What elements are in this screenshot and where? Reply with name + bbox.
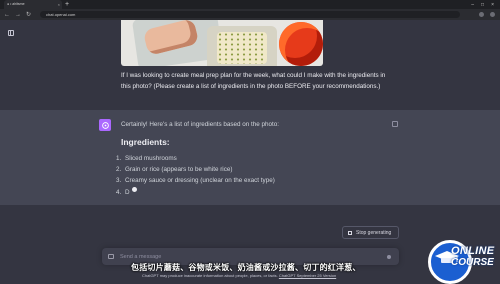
typing-cursor — [131, 186, 137, 192]
close-icon[interactable]: × — [58, 3, 60, 7]
send-icon[interactable] — [387, 254, 391, 259]
user-message: If I was looking to create meal prep pla… — [121, 72, 386, 91]
list-item: 1. Sliced mushrooms — [116, 155, 177, 162]
list-item: 2. Grain or rice (appears to be white ric… — [116, 166, 233, 174]
url-field[interactable]: chat.openai.com — [40, 11, 461, 18]
rice-dish — [217, 32, 267, 64]
close-window-icon[interactable]: × — [491, 2, 494, 8]
uploaded-food-photo — [121, 20, 323, 66]
list-item: 3. Creamy sauce or dressing (unclear on t… — [116, 177, 275, 185]
new-tab-button[interactable]: + — [65, 1, 69, 8]
red-peppers — [279, 22, 323, 66]
disclaimer: ChatGPT may produce inaccurate informati… — [142, 273, 337, 278]
tab-title: ● • ahitsme — [7, 1, 25, 6]
video-subtitle: 包括切片蘑菇、谷物或米饭、奶油酱或沙拉酱、切丁的红洋葱、 — [131, 263, 361, 272]
sidebar-toggle-icon[interactable] — [8, 30, 14, 36]
stop-label: Stop generating — [356, 229, 392, 236]
list-item: 4. D — [116, 186, 275, 198]
openai-logo-icon — [99, 119, 111, 131]
minimize-icon[interactable]: – — [471, 2, 474, 8]
copy-icon[interactable] — [392, 121, 398, 127]
back-icon[interactable]: ← — [4, 12, 10, 18]
assistant-intro: Certainly! Here's a list of ingredients … — [121, 121, 280, 128]
stop-square-icon — [348, 230, 352, 235]
browser-tab-bar: ● • ahitsme × + – □ × — [0, 0, 500, 9]
version-link[interactable]: ChatGPT September 25 Version — [279, 273, 336, 278]
badge-line1: ONLINE — [451, 245, 495, 257]
forward-icon[interactable]: → — [15, 12, 21, 18]
url-text: chat.openai.com — [46, 12, 76, 17]
browser-tab[interactable]: ● • ahitsme × — [4, 0, 62, 9]
profile-icon[interactable] — [490, 12, 495, 17]
address-bar-row: ← → ↻ chat.openai.com — [0, 9, 500, 20]
window-controls: – □ × — [471, 2, 494, 8]
ingredients-list: 1. Sliced mushrooms 2. Grain or rice (appe… — [116, 153, 275, 198]
online-course-badge: ONLINE COURSE — [424, 236, 500, 284]
ingredients-heading: Ingredients: — [121, 137, 170, 147]
stop-generating-button[interactable]: Stop generating — [342, 226, 399, 239]
badge-line2: COURSE — [451, 257, 494, 268]
reload-icon[interactable]: ↻ — [26, 12, 31, 18]
attach-image-icon[interactable] — [108, 254, 114, 259]
message-input[interactable] — [120, 253, 370, 260]
maximize-icon[interactable]: □ — [481, 2, 484, 8]
extension-icon[interactable] — [479, 12, 484, 17]
